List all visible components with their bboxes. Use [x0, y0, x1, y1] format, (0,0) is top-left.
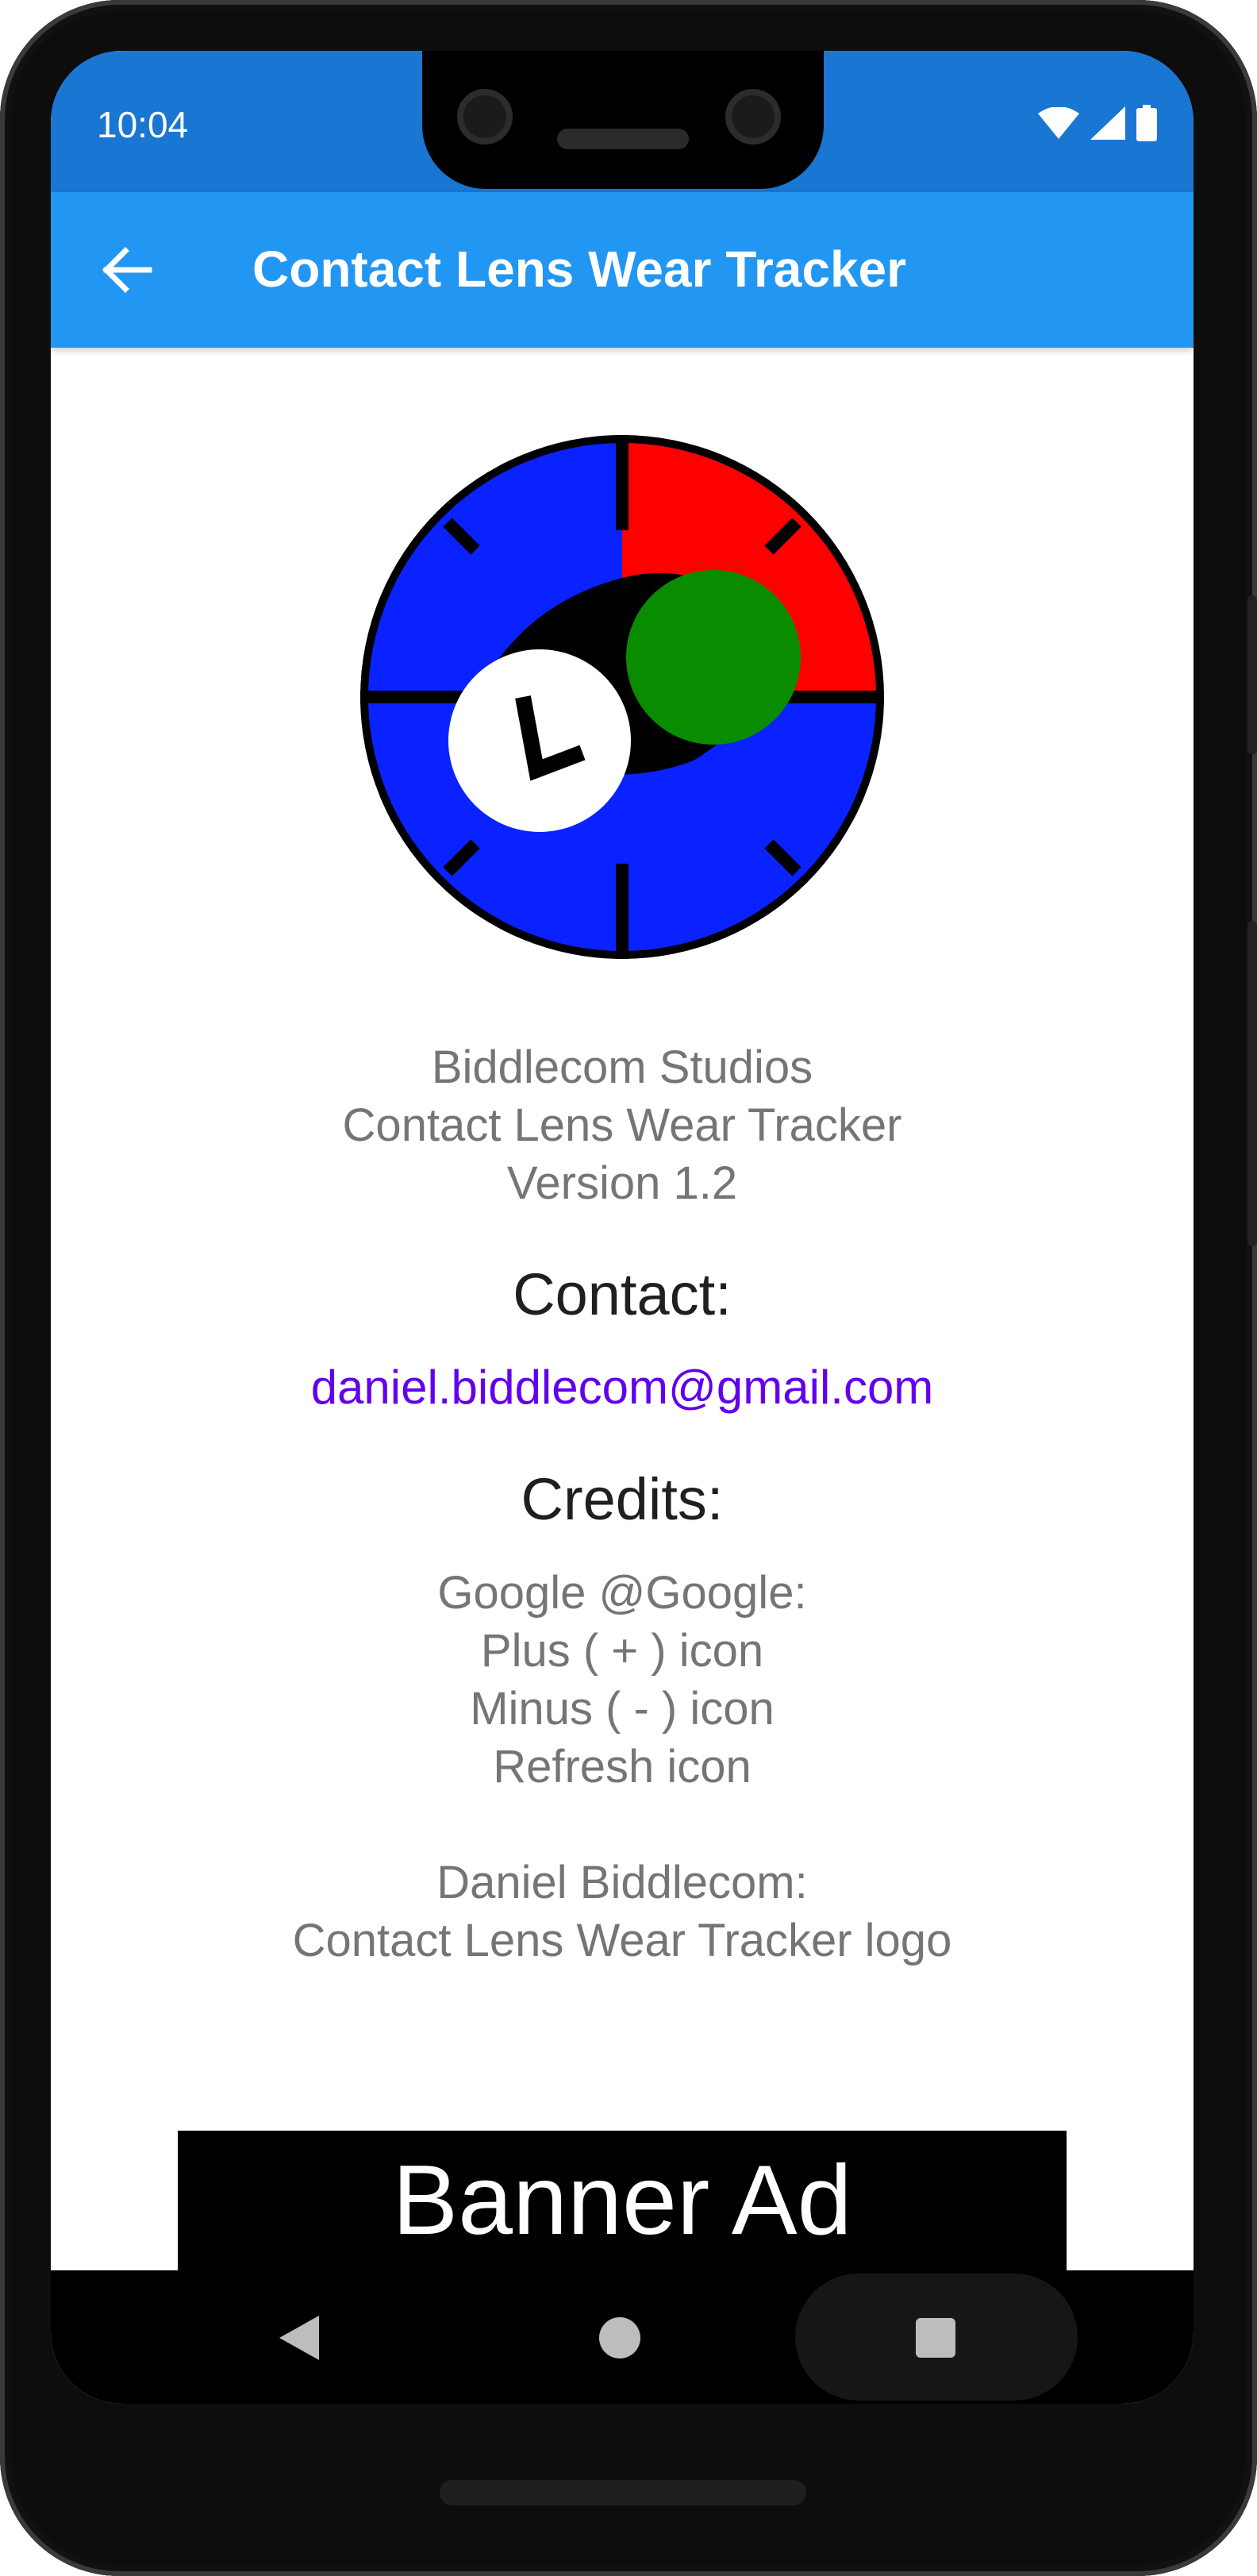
bottom-speaker [440, 2480, 806, 2505]
status-bar: 10:04 [51, 51, 1194, 192]
app-version: Version 1.2 [506, 1157, 738, 1209]
nav-back-icon [279, 2316, 319, 2360]
front-camera [457, 89, 513, 144]
credit-line: Google @Google: [437, 1567, 807, 1619]
credit-line: Plus ( + ) icon [480, 1625, 764, 1677]
contact-email-row: daniel.biddlecom@gmail.com [51, 1360, 1194, 1415]
back-arrow-icon [102, 247, 152, 293]
credit-line: Minus ( - ) icon [470, 1683, 775, 1735]
contact-email-link[interactable]: daniel.biddlecom@gmail.com [311, 1361, 934, 1414]
studio-name: Biddlecom Studios [431, 1042, 813, 1093]
app-bar-title: Contact Lens Wear Tracker [252, 241, 907, 298]
status-time: 10:04 [97, 104, 189, 145]
credit-line: Refresh icon [493, 1741, 752, 1792]
device-screen: 10:04 Contact Lens Wear Tracker Biddleco… [51, 51, 1194, 2404]
nav-home-button[interactable] [584, 2302, 655, 2374]
nav-back-button[interactable] [265, 2302, 336, 2374]
phone-frame: 10:04 Contact Lens Wear Tracker Biddleco… [0, 0, 1257, 2576]
app-name: Contact Lens Wear Tracker [342, 1099, 902, 1151]
battery-icon [1136, 105, 1157, 141]
about-content: Biddlecom Studios Contact Lens Wear Trac… [51, 348, 1194, 2269]
volume-button [1247, 921, 1257, 1246]
wifi-icon [1038, 107, 1079, 139]
power-button [1247, 595, 1257, 754]
status-icons [1038, 105, 1157, 141]
app-bar: Contact Lens Wear Tracker [51, 192, 1194, 348]
credits-heading: Credits: [521, 1466, 724, 1532]
contact-heading: Contact: [513, 1261, 732, 1327]
nav-recents-icon [916, 2318, 955, 2358]
system-nav-bar [51, 2270, 1194, 2404]
credit-line: Contact Lens Wear Tracker logo [292, 1915, 952, 1966]
nav-home-icon [599, 2317, 640, 2358]
credit-line: Daniel Biddlecom: [436, 1857, 808, 1908]
cellular-signal-icon [1090, 106, 1125, 140]
app-logo [360, 435, 884, 959]
banner-ad[interactable]: Banner Ad [178, 2131, 1067, 2270]
back-button[interactable] [98, 246, 154, 294]
camera-notch [422, 51, 824, 189]
front-sensor [725, 89, 781, 144]
earpiece-speaker [557, 129, 689, 149]
nav-recents-button[interactable] [900, 2302, 971, 2374]
